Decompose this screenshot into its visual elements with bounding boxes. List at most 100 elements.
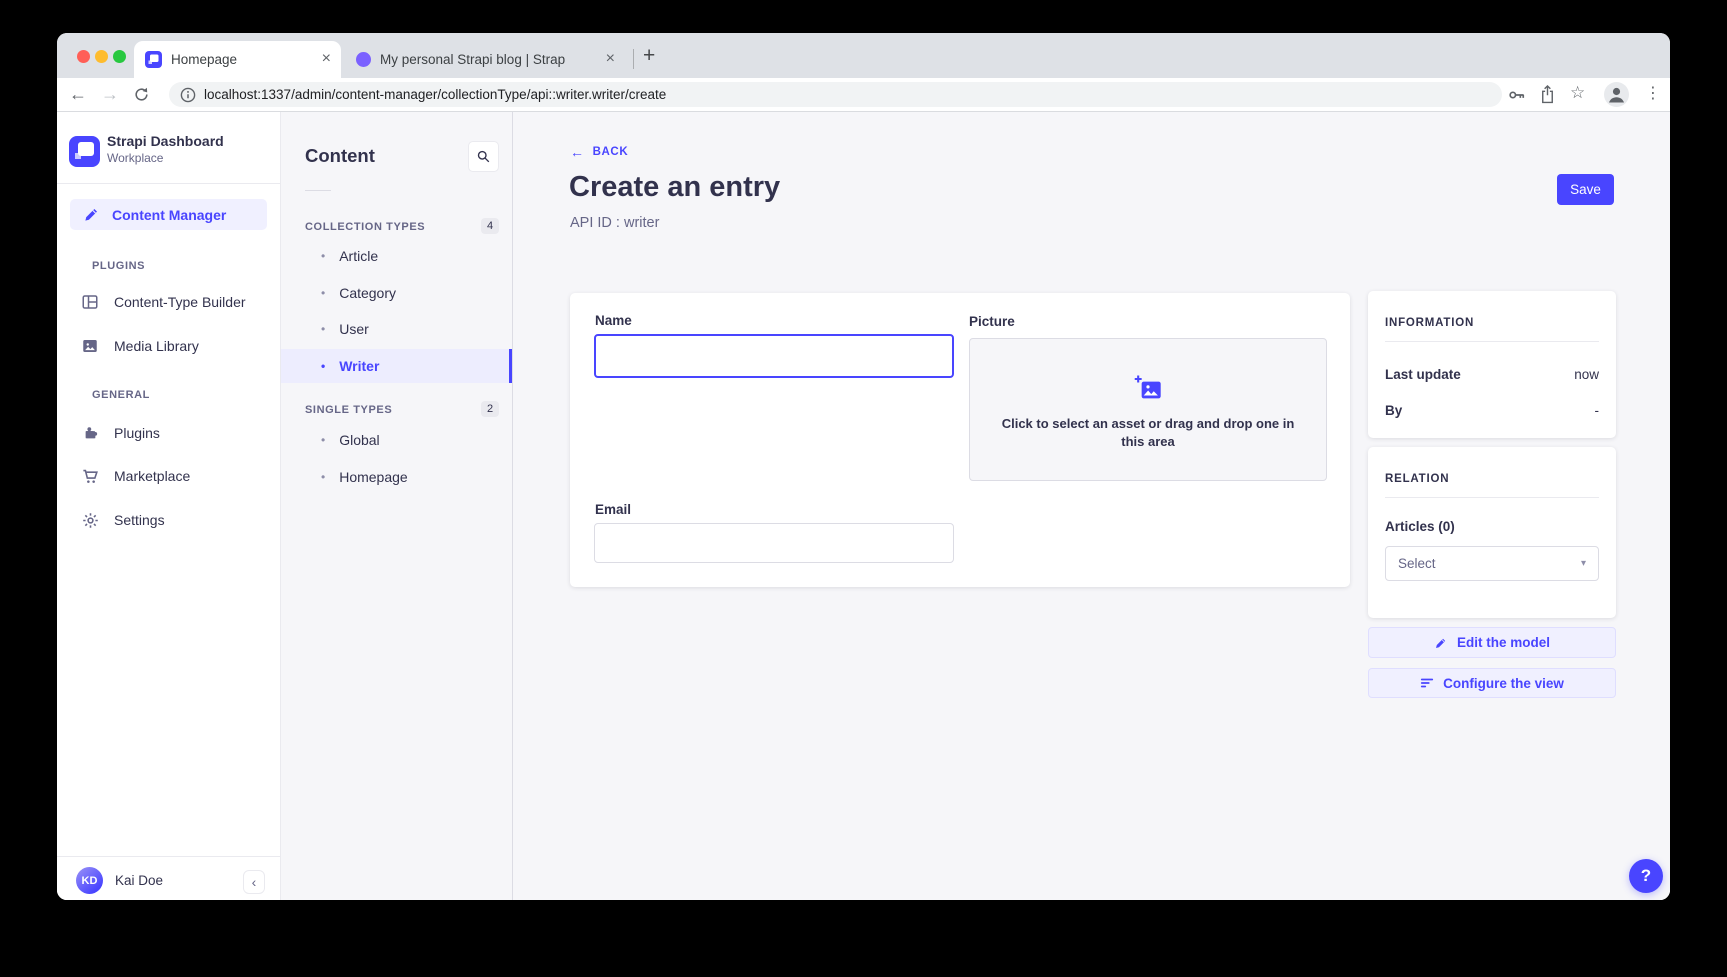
url-text: localhost:1337/admin/content-manager/col… [204,87,666,102]
close-icon[interactable]: × [314,50,341,70]
workspace-title: Strapi Dashboard [107,133,224,149]
divider [1385,497,1599,498]
divider [57,856,280,857]
subnav-item-homepage[interactable]: • Homepage [321,465,408,489]
zoom-window-button[interactable] [113,50,126,63]
content-type-builder-icon [80,292,100,312]
pencil-icon [1434,636,1448,650]
name-field-label: Name [595,313,632,328]
sidebar-item-media-library[interactable]: Media Library [80,334,199,358]
media-library-icon [80,336,100,356]
tab-title: My personal Strapi blog | Strap [380,52,598,67]
subnav-item-article[interactable]: • Article [321,244,378,268]
subnav-item-writer[interactable]: • Writer [321,354,379,378]
marketplace-cart-icon [80,466,100,486]
sidebar-item-plugins[interactable]: Plugins [80,421,160,445]
sidebar-item-label: Content-Type Builder [114,294,246,310]
reload-icon[interactable] [133,86,150,103]
content-subnav: Content COLLECTION TYPES 4 • Article • C… [281,112,513,900]
sidebar-item-content-manager[interactable]: Content Manager [70,199,267,230]
api-id-subtitle: API ID : writer [570,215,659,231]
information-title: INFORMATION [1385,317,1474,329]
user-avatar[interactable]: KD [76,867,103,894]
dropzone-hint: Click to select an asset or drag and dro… [993,415,1303,450]
minimize-window-button[interactable] [95,50,108,63]
bullet-icon: • [321,249,325,263]
sidebar-item-label: Settings [114,512,165,528]
sidebar-item-content-type-builder[interactable]: Content-Type Builder [80,290,246,314]
email-input[interactable] [594,523,954,563]
page-title: Create an entry [569,171,780,204]
tab-divider [633,49,634,69]
sidebar-item-label: Marketplace [114,468,190,484]
divider [305,190,331,191]
active-item-indicator [509,349,512,383]
close-icon[interactable]: × [598,50,625,70]
password-key-icon[interactable] [1507,85,1527,105]
profile-avatar-icon[interactable] [1604,82,1629,107]
subnav-item-label: Writer [339,358,379,374]
address-bar[interactable]: localhost:1337/admin/content-manager/col… [169,82,1502,107]
help-button[interactable]: ? [1629,859,1663,893]
subnav-item-user[interactable]: • User [321,317,369,341]
main-content: ← BACK Create an entry API ID : writer S… [513,112,1670,900]
site-info-icon[interactable] [180,87,196,103]
entry-form-card: Name Picture Click to select an asset or… [570,293,1350,587]
tab-strapi-blog[interactable]: My personal Strapi blog | Strap × [345,41,625,78]
collection-types-count: 4 [481,218,499,234]
sidebar-item-marketplace[interactable]: Marketplace [80,464,190,488]
single-types-count: 2 [481,401,499,417]
content-manager-pen-icon [82,206,100,224]
subnav-item-label: Article [339,248,378,264]
browser-window: Homepage × My personal Strapi blog | Str… [57,33,1670,900]
bullet-icon: • [321,359,325,373]
bookmark-star-icon[interactable]: ☆ [1570,79,1585,107]
tab-title: Homepage [171,52,314,67]
subnav-item-label: Global [339,432,379,448]
bullet-icon: • [321,286,325,300]
subnav-item-global[interactable]: • Global [321,428,380,452]
browser-menu-icon[interactable]: ⋮ [1645,80,1661,108]
bullet-icon: • [321,433,325,447]
strapi-logo[interactable] [69,136,100,167]
name-input[interactable] [594,334,954,378]
strapi-favicon [145,51,162,68]
last-update-label: Last update [1385,367,1461,382]
sidebar-item-label: Content Manager [112,207,226,223]
search-button[interactable] [468,141,499,172]
relation-card: RELATION Articles (0) Select ▾ [1368,447,1616,618]
sidebar-section-plugins: PLUGINS [92,260,145,272]
browser-back-icon[interactable]: ← [69,80,87,108]
configure-view-icon [1420,676,1434,690]
workspace-subtitle: Workplace [107,151,163,165]
configure-view-label: Configure the view [1443,676,1564,691]
close-window-button[interactable] [77,50,90,63]
sidebar-item-label: Plugins [114,425,160,441]
subnav-item-label: Homepage [339,469,408,485]
share-icon[interactable] [1538,84,1557,105]
by-value: - [1595,403,1600,418]
edit-model-button[interactable]: Edit the model [1368,627,1616,658]
divider [1385,341,1599,342]
collection-types-header: COLLECTION TYPES [305,221,425,233]
back-link[interactable]: ← BACK [570,144,628,160]
sidebar-item-settings[interactable]: Settings [80,508,165,532]
select-placeholder: Select [1398,556,1436,571]
tab-homepage[interactable]: Homepage × [134,41,341,78]
new-tab-button[interactable]: + [643,45,655,66]
configure-view-button[interactable]: Configure the view [1368,668,1616,698]
browser-forward-icon[interactable]: → [101,80,119,108]
subnav-item-label: User [339,321,369,337]
subnav-title: Content [305,145,375,167]
picture-dropzone[interactable]: Click to select an asset or drag and dro… [969,338,1327,481]
bullet-icon: • [321,322,325,336]
save-button[interactable]: Save [1557,174,1614,205]
app-sidebar: Strapi Dashboard Workplace Content Manag… [57,112,281,900]
subnav-item-category[interactable]: • Category [321,281,396,305]
collapse-sidebar-button[interactable]: ‹ [243,870,265,894]
articles-select[interactable]: Select ▾ [1385,546,1599,581]
relation-title: RELATION [1385,473,1449,485]
strapi-admin: Strapi Dashboard Workplace Content Manag… [57,112,1670,900]
tab-strip: Homepage × My personal Strapi blog | Str… [57,33,1670,78]
back-arrow-icon: ← [570,144,585,160]
